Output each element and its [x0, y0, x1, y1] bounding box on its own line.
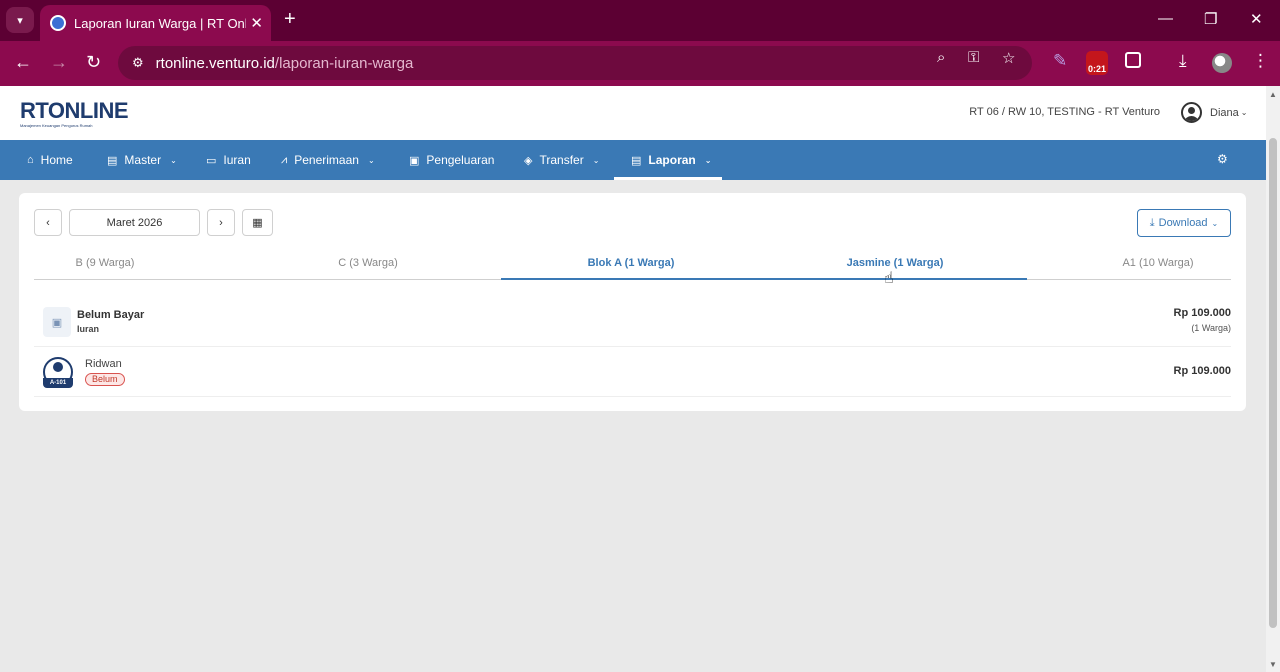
logo-subtitle: Manajemen Keuangan Pengurus Rumah [20, 123, 93, 128]
home-icon: ⌂ [27, 154, 34, 166]
tab-b[interactable]: B (9 Warga) [76, 257, 135, 269]
menu-icon[interactable]: ⋮ [1252, 51, 1269, 71]
summary-row: ▣ Belum Bayar Iuran Rp 109.000 (1 Warga) [34, 300, 1231, 347]
minimize-icon[interactable]: — [1158, 10, 1173, 27]
nav-penerimaan[interactable]: ⩘ Penerimaan ⌄ [281, 140, 375, 180]
feather-extension-icon[interactable]: ✎ [1053, 51, 1067, 71]
app-header: RTONLINE Manajemen Keuangan Pengurus Rum… [0, 86, 1266, 140]
address-bar[interactable]: ⚙ rtonline.venturo.id/laporan-iuran-warg… [118, 46, 1032, 80]
org-label: RT 06 / RW 10, TESTING - RT Venturo [969, 106, 1160, 118]
summary-count: (1 Warga) [1191, 323, 1231, 333]
download-icon[interactable]: ⤓ [1179, 51, 1187, 71]
nav-home-label: Home [40, 153, 73, 167]
resident-name: Ridwan [85, 358, 122, 370]
card-icon: ▭ [206, 154, 217, 167]
tab-search-icon[interactable]: ▾ [6, 7, 34, 33]
nav-laporan[interactable]: ▤ Laporan ⌄ [631, 140, 711, 180]
key-icon[interactable]: ⚿ [968, 49, 979, 66]
back-icon[interactable]: ← [14, 52, 32, 73]
chart-icon: ⩘ [281, 153, 288, 166]
status-badge: Belum [85, 373, 125, 386]
hand-cursor-icon: ☝ [884, 270, 894, 287]
favicon-icon [50, 15, 66, 31]
period-field[interactable]: Maret 2026 [69, 209, 200, 236]
unit-label: A-101 [43, 378, 73, 388]
chevron-down-icon: ⌄ [592, 155, 600, 165]
report-card: ‹ Maret 2026 › ▦ ⤓ Download ⌄ B (9 Warga… [19, 193, 1246, 411]
user-avatar-icon [1181, 102, 1202, 123]
nav-master[interactable]: ▤ Master ⌄ [107, 140, 177, 180]
nav-iuran-label: Iuran [223, 153, 251, 167]
tab-blok-a[interactable]: Blok A (1 Warga) [588, 257, 675, 269]
tab-title: Laporan Iuran Warga | RT Online [74, 15, 246, 31]
file-icon: ▤ [107, 154, 118, 167]
bookmark-star-icon[interactable]: ☆ [1002, 49, 1015, 67]
resident-amount: Rp 109.000 [1173, 365, 1231, 377]
chevron-down-icon: ⌄ [170, 155, 177, 165]
chevron-down-icon: ⌄ [704, 155, 712, 165]
table-row[interactable]: A-101 Ridwan Belum Rp 109.000 [34, 348, 1231, 397]
restore-icon[interactable]: ❐ [1204, 10, 1217, 28]
nav-transfer-label: Transfer [539, 153, 584, 167]
zoom-icon[interactable]: ⌕ [937, 49, 945, 66]
user-menu[interactable]: Diana ⌄ [1181, 102, 1247, 123]
profile-icon[interactable] [1212, 53, 1232, 73]
page: RTONLINE Manajemen Keuangan Pengurus Rum… [0, 86, 1266, 672]
receipt-icon: ▣ [409, 154, 420, 167]
close-tab-icon[interactable]: ✕ [250, 14, 263, 32]
wallet-icon: ▣ [43, 307, 71, 337]
forward-icon[interactable]: → [50, 52, 68, 73]
site-info-icon[interactable]: ⚙ [132, 55, 144, 71]
scroll-down-icon[interactable]: ▼ [1269, 660, 1277, 669]
new-tab-icon[interactable]: + [284, 9, 296, 29]
nav-pengeluaran[interactable]: ▣ Pengeluaran [409, 140, 494, 180]
prev-month-button[interactable]: ‹ [34, 209, 62, 236]
nav-penerimaan-label: Penerimaan [294, 153, 359, 167]
download-button[interactable]: ⤓ Download ⌄ [1137, 209, 1231, 237]
chevron-down-icon: ⌄ [1240, 108, 1248, 117]
next-month-button[interactable]: › [207, 209, 235, 236]
nav-pengeluaran-label: Pengeluaran [426, 153, 495, 167]
block-tabs: B (9 Warga) C (3 Warga) Blok A (1 Warga)… [34, 249, 1231, 280]
chevron-down-icon: ⌄ [367, 155, 375, 165]
chevron-down-icon: ⌄ [1211, 218, 1219, 228]
nav-laporan-label: Laporan [648, 153, 696, 167]
timer-extension-icon[interactable]: 0:21 [1086, 51, 1108, 75]
url-host: rtonline.venturo.id [155, 54, 275, 72]
browser-tab[interactable]: Laporan Iuran Warga | RT Online ✕ [40, 5, 271, 41]
nav-transfer[interactable]: ◈ Transfer ⌄ [524, 140, 599, 180]
download-label: Download [1158, 217, 1208, 229]
settings-icon[interactable]: ⚙ [1217, 152, 1228, 166]
user-name: Diana [1210, 106, 1239, 119]
summary-amount: Rp 109.000 [1173, 307, 1231, 319]
url-path: /laporan-iuran-warga [274, 54, 414, 72]
summary-title: Belum Bayar [77, 309, 145, 321]
logo[interactable]: RTONLINE Manajemen Keuangan Pengurus Rum… [20, 98, 129, 129]
nav-iuran[interactable]: ▭ Iuran [206, 140, 251, 180]
active-tab-indicator [501, 278, 1027, 280]
browser-tabbar: ▾ Laporan Iuran Warga | RT Online ✕ + — … [0, 0, 1280, 41]
main-navbar: ⌂ Home ▤ Master ⌄ ▭ Iuran ⩘ Penerimaan ⌄… [0, 140, 1266, 180]
tag-icon: ◈ [524, 154, 533, 167]
close-window-icon[interactable]: ✕ [1250, 10, 1263, 28]
download-icon: ⤓ [1149, 216, 1155, 229]
summary-subtitle: Iuran [77, 324, 100, 334]
reload-icon[interactable]: ↻ [86, 52, 101, 73]
extensions-icon[interactable] [1125, 52, 1141, 68]
tab-a1[interactable]: A1 (10 Warga) [1122, 257, 1193, 269]
scroll-thumb[interactable] [1269, 138, 1277, 628]
scroll-up-icon[interactable]: ▲ [1269, 90, 1277, 99]
nav-active-indicator [614, 177, 722, 180]
calendar-icon: ▦ [252, 217, 263, 229]
tab-jasmine[interactable]: Jasmine (1 Warga) [847, 257, 944, 269]
page-scrollbar[interactable]: ▲ ▼ [1266, 86, 1280, 672]
file-icon: ▤ [631, 154, 642, 167]
logo-text: RTONLINE [20, 98, 129, 123]
calendar-button[interactable]: ▦ [242, 209, 273, 236]
nav-home[interactable]: ⌂ Home [27, 140, 73, 180]
nav-master-label: Master [124, 153, 162, 167]
tab-c[interactable]: C (3 Warga) [338, 257, 398, 269]
